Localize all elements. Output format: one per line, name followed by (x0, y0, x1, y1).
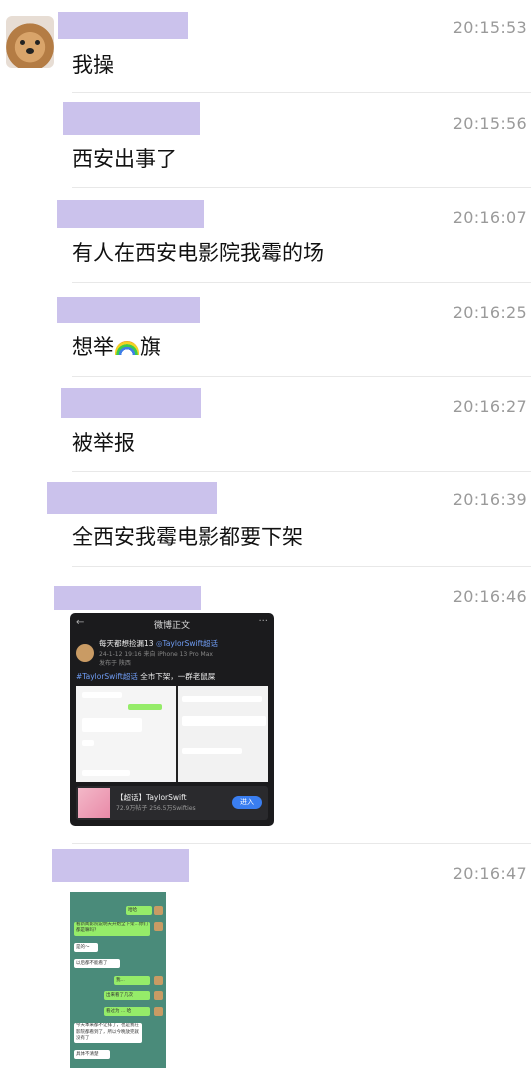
message-divider (72, 376, 531, 377)
weibo-post-body: 全市下架，一群老鼠屎 (137, 672, 216, 681)
message-divider (72, 187, 531, 188)
supertopic-cover-image (78, 788, 110, 818)
chat-bubble: 是的～ (74, 943, 98, 952)
message-text[interactable]: 想举 旗 (72, 331, 161, 361)
chat-bubble (182, 748, 242, 754)
message-time: 20:16:07 (452, 208, 527, 227)
weibo-supertopic-tag: ◎TaylorSwift超话 (155, 639, 219, 648)
message-divider (72, 566, 531, 567)
redacted-sender-name (63, 102, 200, 135)
weibo-meta: 24-1-12 19:16 来自 iPhone 13 Pro Max (99, 651, 213, 658)
chat-bubble (82, 692, 122, 698)
redacted-sender-name (52, 849, 189, 882)
message-text[interactable]: 全西安我霉电影都要下架 (72, 521, 303, 551)
message-text-part: 想举 (72, 335, 114, 359)
chat-avatar (154, 976, 163, 985)
message-time: 20:16:47 (452, 864, 527, 883)
message-text[interactable]: 我操 (72, 49, 114, 79)
chat-bubble: 哈哈 (126, 906, 152, 915)
chat-bubble (128, 704, 162, 710)
chat-bubble: 以后都不能看了 (74, 959, 120, 968)
avatar-nose (26, 48, 34, 54)
chat-bubble: 看过为 ... 哈 (104, 1007, 150, 1016)
weibo-user-line: 每天都想捡漏13 ◎TaylorSwift超话 (99, 639, 218, 649)
message-time: 20:16:39 (452, 490, 527, 509)
chat-bubble: 看新闻影院说明天开始全下架...你们都是嘛吗？ (74, 922, 150, 936)
chat-bubble (82, 718, 142, 732)
redacted-sender-name (58, 12, 188, 39)
message-text-part: 旗 (140, 335, 161, 359)
weibo-title: 微博正文 (153, 620, 190, 631)
avatar-eye (35, 40, 40, 45)
rainbow-flag-icon (115, 341, 139, 355)
chat-bubble: 我... (114, 976, 150, 985)
weibo-meta-location: 发布于 陕西 (99, 660, 131, 667)
message-time: 20:16:46 (452, 587, 527, 606)
redacted-sender-name (61, 388, 201, 418)
weibo-embedded-screenshots (76, 686, 268, 782)
back-arrow-icon: ← (76, 617, 85, 628)
chat-bubble: 今天本来都不让排了，也是我在影院都看到了，所以今晚放完就没有了 (74, 1023, 142, 1043)
supertopic-stats: 72.9万帖子 256.5万Swifties (116, 805, 196, 812)
more-icon: ··· (258, 616, 268, 627)
enter-button: 进入 (232, 796, 262, 809)
chat-bubble (82, 740, 94, 746)
chat-bubble: 具体不清楚 (74, 1050, 110, 1059)
weibo-hashtag: #TaylorSwift超话 (76, 672, 138, 681)
chat-avatar (154, 991, 163, 1000)
weibo-screenshot-image[interactable]: ← 微博正文 ··· 每天都想捡漏13 ◎TaylorSwift超话 24-1-… (70, 613, 274, 826)
message-divider (72, 92, 531, 93)
message-text[interactable]: 西安出事了 (72, 143, 177, 173)
message-time: 20:16:25 (452, 303, 527, 322)
weibo-avatar (76, 644, 94, 662)
message-divider (72, 471, 531, 472)
chat-avatar (154, 922, 163, 931)
redacted-sender-name (57, 200, 204, 228)
chat-bubble (82, 770, 130, 776)
supertopic-title: 【超话】TaylorSwift (116, 793, 187, 802)
avatar[interactable] (6, 16, 54, 68)
chat-bubble (182, 716, 266, 726)
message-time: 20:16:27 (452, 397, 527, 416)
message-time: 20:15:53 (452, 18, 527, 37)
message-text[interactable]: 被举报 (72, 427, 135, 457)
chat-avatar (154, 906, 163, 915)
chat-bubble: 出来看了几次 (104, 991, 150, 1000)
embedded-chat-screenshot (76, 686, 178, 782)
weibo-username: 每天都想捡漏13 (99, 639, 154, 648)
redacted-sender-name (47, 482, 217, 514)
chat-screenshot-image[interactable]: 哈哈 看新闻影院说明天开始全下架...你们都是嘛吗？ 是的～ 以后都不能看了 我… (70, 892, 166, 1068)
message-divider (72, 843, 531, 844)
message-divider (72, 282, 531, 283)
weibo-post-header: 每天都想捡漏13 ◎TaylorSwift超话 24-1-12 19:16 来自… (70, 635, 274, 671)
chat-bubble (182, 696, 262, 702)
message-time: 20:15:56 (452, 114, 527, 133)
message-text[interactable]: 有人在西安电影院我霉的场 (72, 237, 324, 267)
weibo-supertopic-card: 【超话】TaylorSwift 72.9万帖子 256.5万Swifties 进… (76, 786, 268, 820)
redacted-sender-name (57, 297, 200, 323)
redacted-sender-name (54, 586, 201, 610)
avatar-eye (20, 40, 25, 45)
weibo-post-text: #TaylorSwift超话 全市下架，一群老鼠屎 (70, 671, 274, 682)
weibo-header: ← 微博正文 ··· (70, 613, 274, 635)
chat-avatar (154, 1007, 163, 1016)
